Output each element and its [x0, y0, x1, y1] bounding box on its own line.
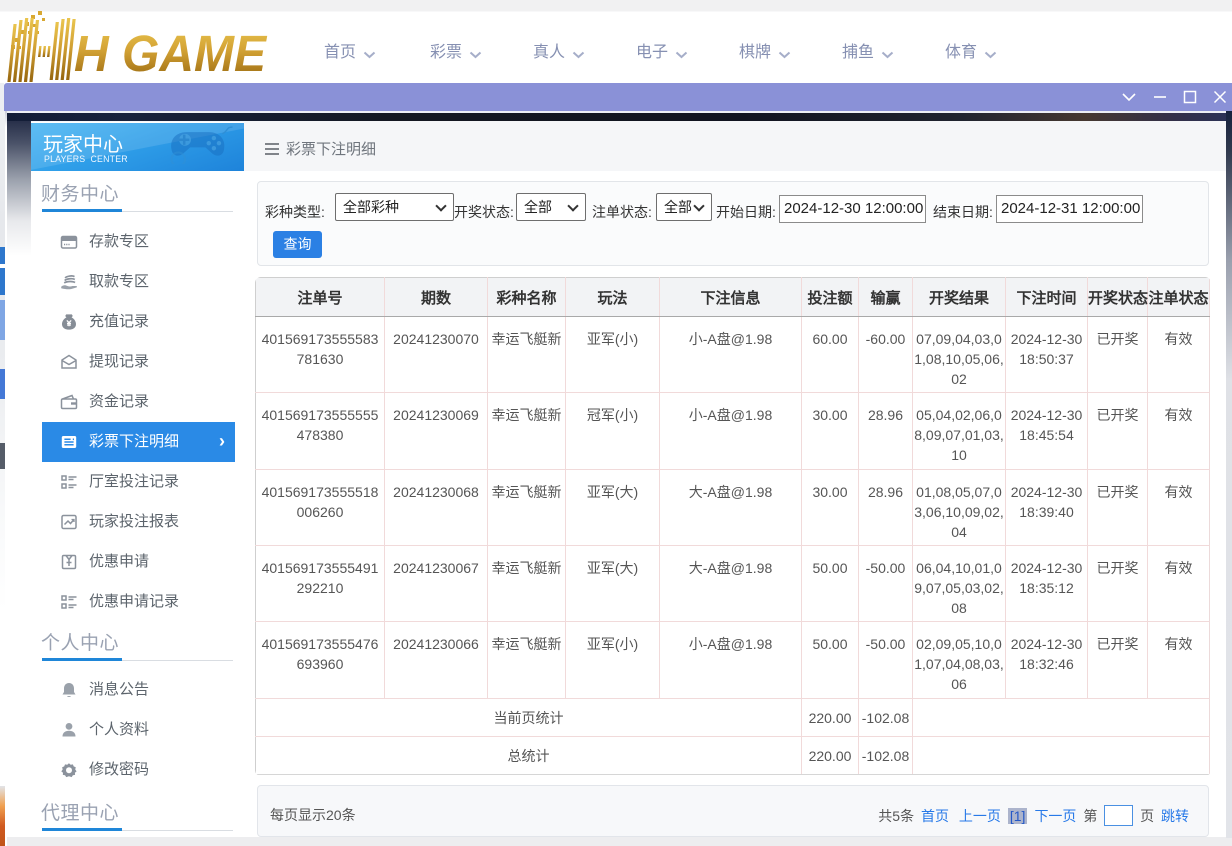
svg-text:H GAME: H GAME: [74, 25, 268, 82]
